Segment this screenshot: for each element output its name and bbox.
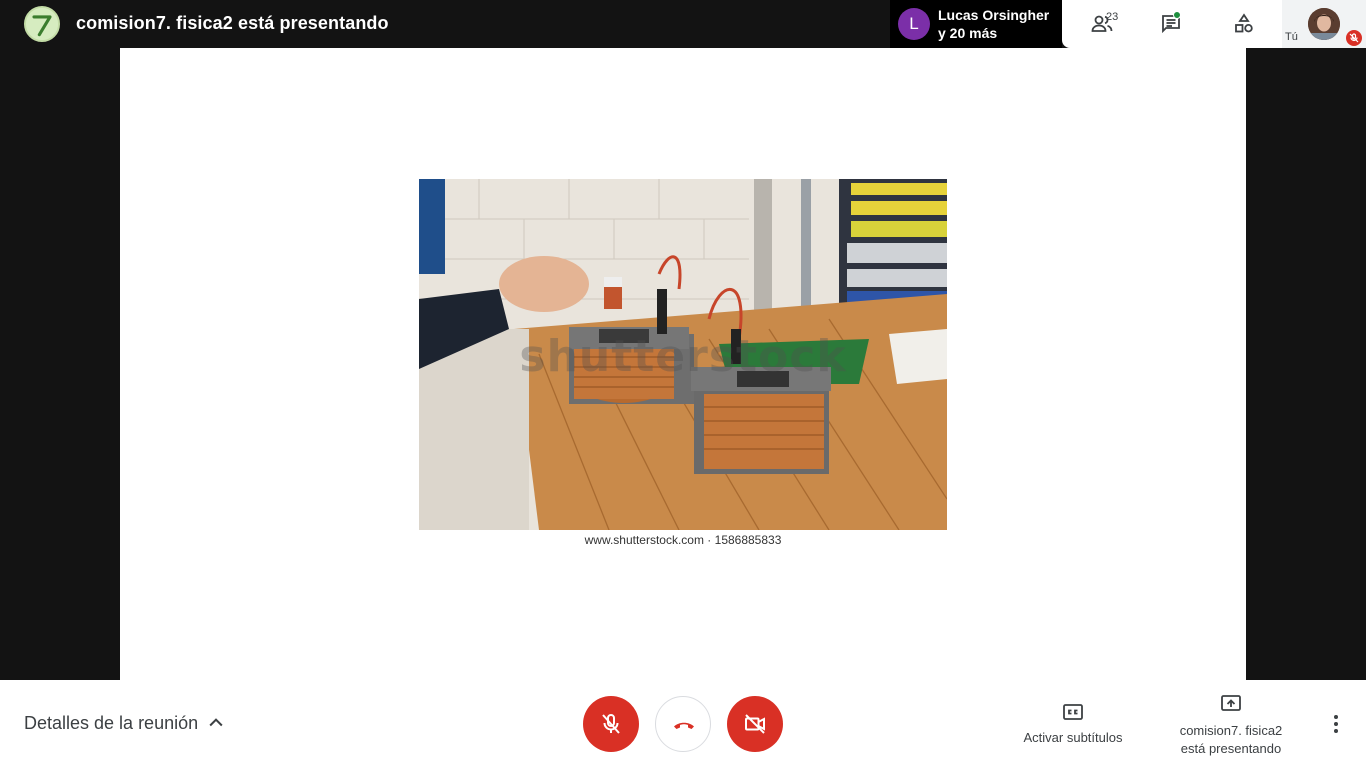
more-vert-icon[interactable] bbox=[1324, 712, 1348, 736]
self-muted-badge bbox=[1346, 30, 1362, 46]
activities-icon bbox=[1235, 13, 1253, 33]
camera-off-icon bbox=[745, 714, 765, 734]
presenting-button[interactable]: comision7. fisica2 está presentando bbox=[1168, 684, 1294, 758]
chat-button[interactable] bbox=[1153, 8, 1189, 40]
present-screen-icon bbox=[1221, 695, 1241, 711]
bottom-bar: Detalles de la reunión Activar subtítulo… bbox=[0, 680, 1366, 768]
self-tile[interactable]: Tú bbox=[1282, 0, 1366, 48]
camera-toggle-button[interactable] bbox=[727, 696, 783, 752]
captions-label: Activar subtítulos bbox=[1023, 730, 1123, 745]
people-count: 23 bbox=[1106, 11, 1119, 23]
participant-name: Lucas Orsingher bbox=[938, 7, 1050, 23]
microphone-toggle-button[interactable] bbox=[583, 696, 639, 752]
slide-caption: www.shutterstock.com · 1586885833 bbox=[584, 533, 782, 547]
hang-up-button[interactable] bbox=[655, 696, 711, 752]
presenting-label-line1: comision7. fisica2 bbox=[1179, 723, 1283, 738]
participant-others: y 20 más bbox=[938, 25, 998, 41]
self-avatar bbox=[1308, 8, 1340, 40]
mic-off-icon bbox=[1349, 33, 1359, 43]
watermark: shutterstock bbox=[519, 331, 847, 382]
self-label: Tú bbox=[1285, 31, 1298, 43]
hang-up-icon bbox=[674, 722, 694, 729]
closed-captions-icon bbox=[1063, 704, 1083, 720]
presenting-title: comision7. fisica2 está presentando bbox=[76, 13, 389, 33]
participants-chip-text: Lucas Orsingher y 20 más bbox=[938, 6, 1049, 42]
top-bar: comision7. fisica2 está presentando L Lu… bbox=[0, 0, 1366, 48]
presenting-label-line2: está presentando bbox=[1180, 741, 1282, 756]
chat-notification-dot bbox=[1173, 11, 1181, 19]
presentation-stage: shutterstock www.shutterstock.com · 1586… bbox=[120, 48, 1246, 680]
people-button[interactable]: 23 bbox=[1084, 8, 1120, 40]
slide-photo: shutterstock bbox=[419, 179, 947, 530]
meeting-details-button[interactable]: Detalles de la reunión bbox=[24, 713, 198, 734]
activities-button[interactable] bbox=[1226, 8, 1262, 40]
mic-off-icon bbox=[602, 714, 620, 734]
captions-button[interactable]: Activar subtítulos bbox=[1010, 692, 1136, 745]
chevron-up-icon[interactable] bbox=[206, 713, 226, 733]
presenter-avatar bbox=[24, 6, 60, 42]
participant-avatar: L bbox=[898, 8, 930, 40]
participants-chip[interactable]: L Lucas Orsingher y 20 más bbox=[890, 0, 1062, 48]
top-right-panel: 23 Tú bbox=[1062, 0, 1366, 48]
